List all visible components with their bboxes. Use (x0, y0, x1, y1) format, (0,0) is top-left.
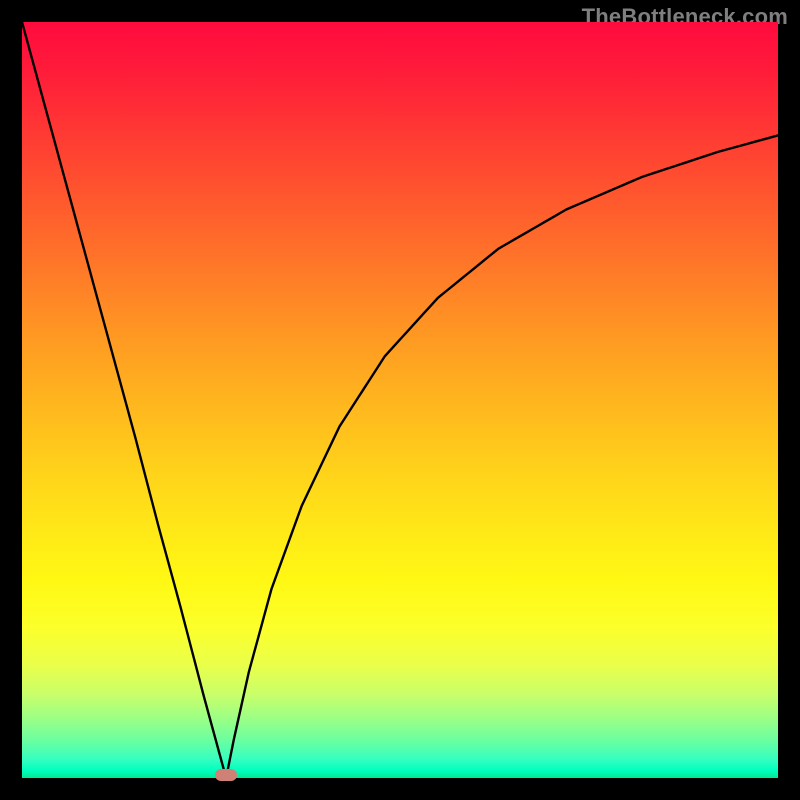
chart-frame: TheBottleneck.com (0, 0, 800, 800)
plot-area (22, 22, 778, 778)
minimum-marker (215, 769, 237, 781)
bottleneck-curve (22, 22, 778, 778)
curve-path (22, 22, 778, 778)
